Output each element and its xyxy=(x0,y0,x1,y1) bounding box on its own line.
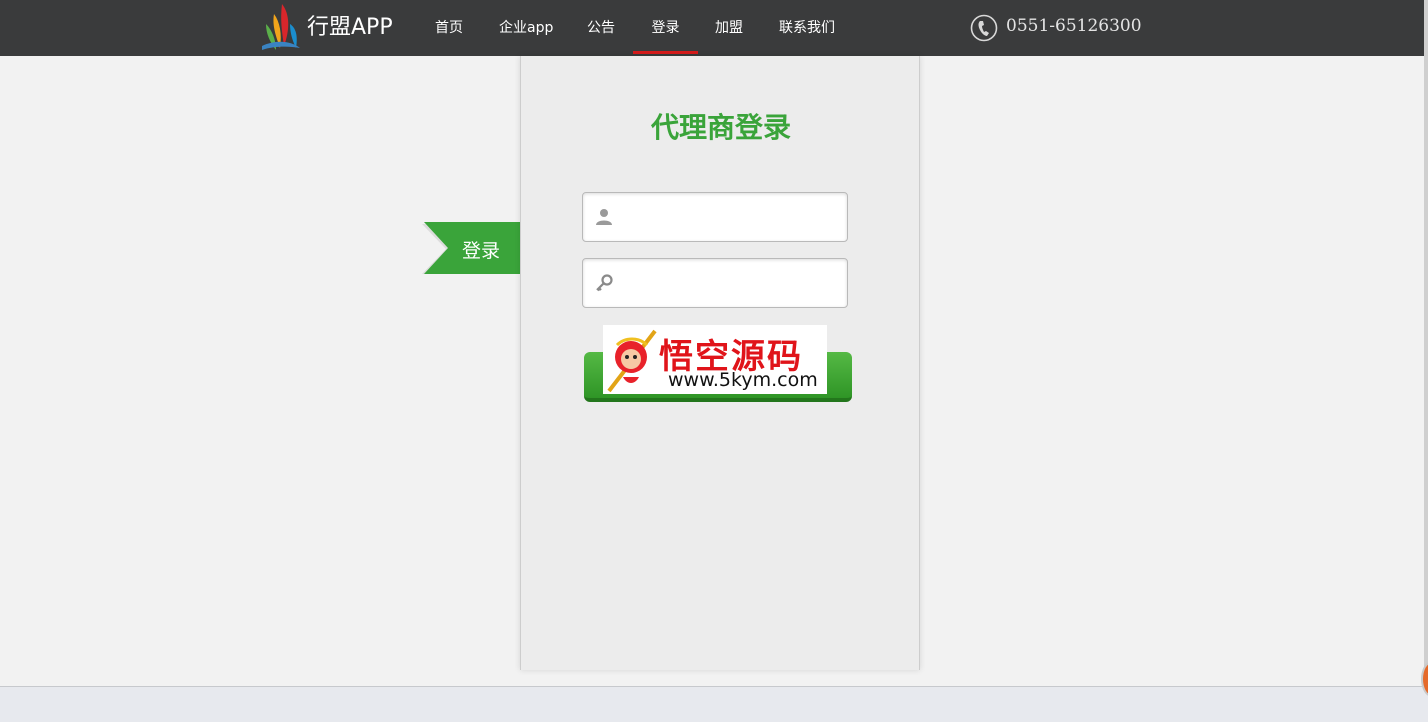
nav-join[interactable]: 加盟 xyxy=(715,0,743,56)
monkey-logo-icon xyxy=(607,329,657,393)
user-icon xyxy=(596,209,612,225)
scrollbar[interactable] xyxy=(1424,0,1428,686)
brand-name[interactable]: 行盟APP xyxy=(307,14,393,42)
password-field[interactable] xyxy=(582,258,848,308)
nav-login[interactable]: 登录 xyxy=(633,0,698,54)
phone-number: 0551-65126300 xyxy=(1006,16,1142,36)
phone-icon xyxy=(970,14,998,42)
nav-contact[interactable]: 联系我们 xyxy=(779,0,835,56)
watermark-url: www.5kym.com xyxy=(668,369,818,391)
bottom-strip xyxy=(0,686,1428,722)
key-icon xyxy=(596,274,613,292)
login-panel: 代理商登录 悟空源码 www.5kym.com xyxy=(520,56,920,670)
nav-home[interactable]: 首页 xyxy=(435,0,463,56)
brand-logo-icon[interactable] xyxy=(260,2,302,52)
watermark-overlay: 悟空源码 www.5kym.com xyxy=(603,325,827,394)
ribbon-label[interactable]: 登录 xyxy=(462,236,500,263)
password-input[interactable] xyxy=(619,267,843,301)
username-field[interactable] xyxy=(582,192,848,242)
nav-announcements[interactable]: 公告 xyxy=(587,0,615,56)
top-nav-bar: 行盟APP 首页 企业app 公告 登录 加盟 联系我们 0551-651263… xyxy=(0,0,1428,56)
login-title: 代理商登录 xyxy=(650,111,791,144)
username-input[interactable] xyxy=(619,201,843,235)
nav-enterprise-app[interactable]: 企业app xyxy=(499,0,553,56)
